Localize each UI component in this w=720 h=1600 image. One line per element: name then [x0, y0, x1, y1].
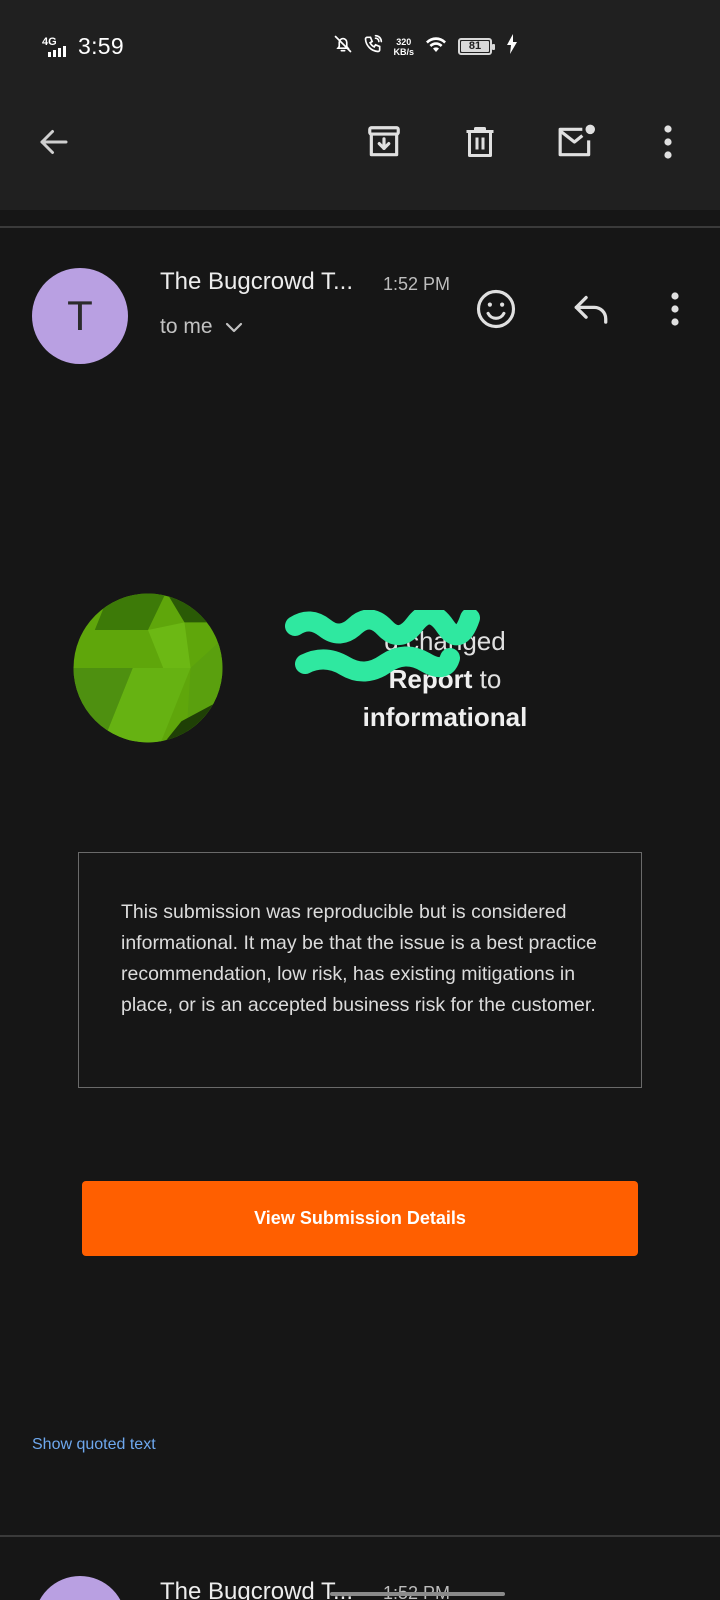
mark-unread-icon	[555, 123, 597, 166]
back-button[interactable]	[26, 116, 82, 172]
email-toolbar	[0, 96, 720, 210]
message-time: 1:52 PM	[383, 274, 451, 294]
status-left: 4G 3:59	[42, 33, 124, 60]
more-options-button[interactable]	[640, 116, 696, 172]
wifi-icon	[424, 34, 448, 59]
scroll-indicator	[330, 1592, 505, 1596]
divider	[0, 226, 720, 228]
delete-button[interactable]	[452, 116, 508, 172]
delete-icon	[462, 123, 498, 166]
charging-icon	[506, 34, 518, 59]
chevron-down-icon	[225, 321, 243, 333]
battery-icon: 81	[458, 38, 495, 55]
archive-button[interactable]	[356, 116, 412, 172]
sender-name[interactable]: The Bugcrowd T...	[160, 268, 353, 296]
status-bar: 4G 3:59 320 KB/s 81	[0, 0, 720, 96]
status-change-headline: d changed Report to informational	[270, 622, 620, 736]
headline-to: to	[479, 664, 502, 694]
view-submission-button[interactable]: View Submission Details	[82, 1181, 638, 1256]
mark-unread-button[interactable]	[548, 116, 604, 172]
wifi-calling-icon	[363, 34, 383, 59]
recipient-details-toggle[interactable]: to me	[160, 315, 243, 339]
info-description: This submission was reproducible but is …	[121, 901, 597, 1016]
more-options-icon	[670, 291, 680, 332]
reply-button[interactable]	[564, 284, 618, 338]
headline-report: Report	[388, 664, 473, 694]
info-box: This submission was reproducible but is …	[78, 852, 642, 1088]
reply-icon	[571, 291, 611, 332]
next-sender-avatar[interactable]	[34, 1576, 126, 1600]
message-more-button[interactable]	[648, 284, 702, 338]
more-options-icon	[663, 124, 673, 165]
emoji-react-icon	[475, 288, 517, 335]
emoji-react-button[interactable]	[469, 284, 523, 338]
battery-level: 81	[468, 40, 482, 52]
cellular-signal-icon: 4G	[42, 34, 74, 60]
network-speed: 320 KB/s	[393, 37, 414, 57]
clock-time: 3:59	[78, 33, 124, 59]
speed-value: 320	[396, 36, 412, 47]
divider	[0, 1535, 720, 1537]
speed-unit: KB/s	[393, 46, 414, 57]
mute-notification-icon	[333, 34, 353, 59]
next-sender-name[interactable]: The Bugcrowd T...	[160, 1578, 353, 1600]
recipient-label: to me	[160, 315, 213, 338]
show-quoted-text-link[interactable]: Show quoted text	[32, 1436, 156, 1454]
status-right: 320 KB/s 81	[333, 34, 518, 59]
sender-avatar[interactable]: T	[32, 268, 128, 364]
archive-icon	[365, 123, 403, 166]
headline-status: informational	[362, 702, 528, 732]
back-arrow-icon	[36, 124, 72, 165]
bugcrowd-logo	[72, 592, 224, 744]
headline-prefix: d changed	[384, 626, 506, 656]
